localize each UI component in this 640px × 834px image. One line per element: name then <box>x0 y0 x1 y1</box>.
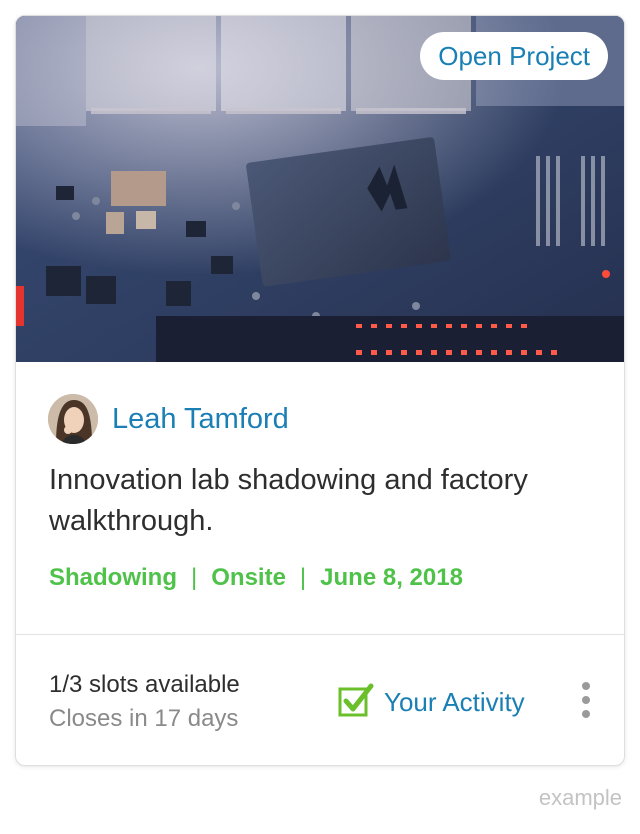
meta-date: June 8, 2018 <box>320 564 463 591</box>
meta-type: Shadowing <box>49 564 177 591</box>
open-project-badge: Open Project <box>420 32 608 80</box>
meta-separator: | <box>299 564 307 591</box>
checkbox-checked-icon <box>338 683 374 722</box>
your-activity-button[interactable]: Your Activity <box>338 683 525 722</box>
slots-available: 1/3 slots available <box>49 671 240 698</box>
user-avatar[interactable] <box>48 394 98 444</box>
project-card[interactable]: Open Project Leah Tamford Innovation lab… <box>15 15 625 766</box>
your-activity-label: Your Activity <box>384 687 525 717</box>
project-meta: Shadowing | Onsite | June 8, 2018 <box>49 564 463 592</box>
project-description: Innovation lab shadowing and factory wal… <box>49 464 528 537</box>
divider <box>16 634 624 635</box>
watermark: example <box>538 785 622 810</box>
meta-location: Onsite <box>211 564 286 591</box>
author-name[interactable]: Leah Tamford <box>112 403 289 436</box>
meta-separator: | <box>191 564 198 591</box>
more-vertical-icon[interactable] <box>578 682 594 718</box>
author[interactable]: Leah Tamford <box>48 394 289 444</box>
closing-time: Closes in 17 days <box>49 705 239 732</box>
